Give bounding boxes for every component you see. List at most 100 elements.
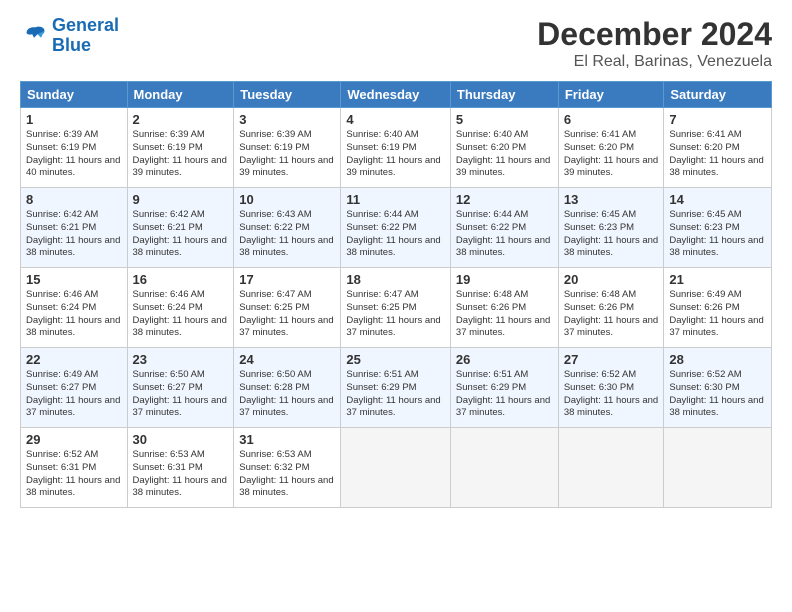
calendar-cell: 4 Sunrise: 6:40 AMSunset: 6:19 PMDayligh…	[341, 108, 451, 188]
calendar-cell: 16 Sunrise: 6:46 AMSunset: 6:24 PMDaylig…	[127, 268, 234, 348]
day-number: 23	[133, 352, 229, 367]
week-row-4: 22 Sunrise: 6:49 AMSunset: 6:27 PMDaylig…	[21, 348, 772, 428]
logo-line1: General	[52, 15, 119, 35]
calendar-cell: 7 Sunrise: 6:41 AMSunset: 6:20 PMDayligh…	[664, 108, 772, 188]
logo-line2: Blue	[52, 35, 91, 55]
day-info: Sunrise: 6:40 AMSunset: 6:19 PMDaylight:…	[346, 129, 445, 180]
day-number: 8	[26, 192, 122, 207]
calendar-cell: 3 Sunrise: 6:39 AMSunset: 6:19 PMDayligh…	[234, 108, 341, 188]
day-info: Sunrise: 6:40 AMSunset: 6:20 PMDaylight:…	[456, 129, 553, 180]
day-info: Sunrise: 6:53 AMSunset: 6:31 PMDaylight:…	[133, 449, 229, 500]
day-number: 9	[133, 192, 229, 207]
calendar-cell: 1 Sunrise: 6:39 AMSunset: 6:19 PMDayligh…	[21, 108, 128, 188]
day-number: 4	[346, 112, 445, 127]
calendar-header-row: SundayMondayTuesdayWednesdayThursdayFrid…	[21, 82, 772, 108]
calendar-cell: 26 Sunrise: 6:51 AMSunset: 6:29 PMDaylig…	[450, 348, 558, 428]
calendar-cell: 19 Sunrise: 6:48 AMSunset: 6:26 PMDaylig…	[450, 268, 558, 348]
calendar-cell: 5 Sunrise: 6:40 AMSunset: 6:20 PMDayligh…	[450, 108, 558, 188]
logo: General Blue	[20, 16, 119, 56]
day-number: 16	[133, 272, 229, 287]
header: General Blue December 2024 El Real, Bari…	[20, 16, 772, 71]
day-info: Sunrise: 6:47 AMSunset: 6:25 PMDaylight:…	[239, 289, 335, 340]
day-number: 1	[26, 112, 122, 127]
day-number: 29	[26, 432, 122, 447]
calendar-cell: 23 Sunrise: 6:50 AMSunset: 6:27 PMDaylig…	[127, 348, 234, 428]
day-number: 2	[133, 112, 229, 127]
day-info: Sunrise: 6:39 AMSunset: 6:19 PMDaylight:…	[239, 129, 335, 180]
calendar-cell: 20 Sunrise: 6:48 AMSunset: 6:26 PMDaylig…	[558, 268, 664, 348]
day-number: 7	[669, 112, 766, 127]
day-info: Sunrise: 6:39 AMSunset: 6:19 PMDaylight:…	[133, 129, 229, 180]
day-number: 18	[346, 272, 445, 287]
calendar-cell: 28 Sunrise: 6:52 AMSunset: 6:30 PMDaylig…	[664, 348, 772, 428]
day-number: 28	[669, 352, 766, 367]
day-info: Sunrise: 6:49 AMSunset: 6:27 PMDaylight:…	[26, 369, 122, 420]
page: General Blue December 2024 El Real, Bari…	[0, 0, 792, 518]
calendar-cell: 31 Sunrise: 6:53 AMSunset: 6:32 PMDaylig…	[234, 428, 341, 508]
day-number: 26	[456, 352, 553, 367]
day-info: Sunrise: 6:41 AMSunset: 6:20 PMDaylight:…	[564, 129, 659, 180]
calendar-cell	[664, 428, 772, 508]
calendar-cell: 12 Sunrise: 6:44 AMSunset: 6:22 PMDaylig…	[450, 188, 558, 268]
day-info: Sunrise: 6:50 AMSunset: 6:28 PMDaylight:…	[239, 369, 335, 420]
day-number: 3	[239, 112, 335, 127]
calendar-cell: 10 Sunrise: 6:43 AMSunset: 6:22 PMDaylig…	[234, 188, 341, 268]
day-number: 30	[133, 432, 229, 447]
header-wednesday: Wednesday	[341, 82, 451, 108]
day-info: Sunrise: 6:51 AMSunset: 6:29 PMDaylight:…	[456, 369, 553, 420]
day-number: 11	[346, 192, 445, 207]
day-number: 12	[456, 192, 553, 207]
day-number: 6	[564, 112, 659, 127]
day-number: 10	[239, 192, 335, 207]
calendar-cell: 22 Sunrise: 6:49 AMSunset: 6:27 PMDaylig…	[21, 348, 128, 428]
calendar-cell: 2 Sunrise: 6:39 AMSunset: 6:19 PMDayligh…	[127, 108, 234, 188]
week-row-1: 1 Sunrise: 6:39 AMSunset: 6:19 PMDayligh…	[21, 108, 772, 188]
logo-text: General Blue	[52, 16, 119, 56]
day-number: 24	[239, 352, 335, 367]
day-info: Sunrise: 6:50 AMSunset: 6:27 PMDaylight:…	[133, 369, 229, 420]
calendar-cell: 14 Sunrise: 6:45 AMSunset: 6:23 PMDaylig…	[664, 188, 772, 268]
calendar-cell: 15 Sunrise: 6:46 AMSunset: 6:24 PMDaylig…	[21, 268, 128, 348]
day-info: Sunrise: 6:47 AMSunset: 6:25 PMDaylight:…	[346, 289, 445, 340]
day-info: Sunrise: 6:52 AMSunset: 6:30 PMDaylight:…	[669, 369, 766, 420]
week-row-3: 15 Sunrise: 6:46 AMSunset: 6:24 PMDaylig…	[21, 268, 772, 348]
calendar-cell: 6 Sunrise: 6:41 AMSunset: 6:20 PMDayligh…	[558, 108, 664, 188]
header-monday: Monday	[127, 82, 234, 108]
day-info: Sunrise: 6:39 AMSunset: 6:19 PMDaylight:…	[26, 129, 122, 180]
day-info: Sunrise: 6:53 AMSunset: 6:32 PMDaylight:…	[239, 449, 335, 500]
calendar-cell: 21 Sunrise: 6:49 AMSunset: 6:26 PMDaylig…	[664, 268, 772, 348]
day-number: 15	[26, 272, 122, 287]
day-info: Sunrise: 6:45 AMSunset: 6:23 PMDaylight:…	[564, 209, 659, 260]
day-number: 19	[456, 272, 553, 287]
day-number: 13	[564, 192, 659, 207]
calendar-cell: 8 Sunrise: 6:42 AMSunset: 6:21 PMDayligh…	[21, 188, 128, 268]
calendar-cell: 9 Sunrise: 6:42 AMSunset: 6:21 PMDayligh…	[127, 188, 234, 268]
day-info: Sunrise: 6:42 AMSunset: 6:21 PMDaylight:…	[133, 209, 229, 260]
day-info: Sunrise: 6:52 AMSunset: 6:30 PMDaylight:…	[564, 369, 659, 420]
header-sunday: Sunday	[21, 82, 128, 108]
day-number: 20	[564, 272, 659, 287]
day-info: Sunrise: 6:52 AMSunset: 6:31 PMDaylight:…	[26, 449, 122, 500]
header-saturday: Saturday	[664, 82, 772, 108]
day-info: Sunrise: 6:48 AMSunset: 6:26 PMDaylight:…	[564, 289, 659, 340]
day-number: 14	[669, 192, 766, 207]
day-info: Sunrise: 6:44 AMSunset: 6:22 PMDaylight:…	[346, 209, 445, 260]
title-section: December 2024 El Real, Barinas, Venezuel…	[537, 16, 772, 71]
calendar-table: SundayMondayTuesdayWednesdayThursdayFrid…	[20, 81, 772, 508]
day-number: 31	[239, 432, 335, 447]
day-number: 25	[346, 352, 445, 367]
calendar-cell	[341, 428, 451, 508]
calendar-cell: 17 Sunrise: 6:47 AMSunset: 6:25 PMDaylig…	[234, 268, 341, 348]
main-title: December 2024	[537, 16, 772, 53]
day-info: Sunrise: 6:46 AMSunset: 6:24 PMDaylight:…	[133, 289, 229, 340]
week-row-2: 8 Sunrise: 6:42 AMSunset: 6:21 PMDayligh…	[21, 188, 772, 268]
day-number: 17	[239, 272, 335, 287]
day-number: 21	[669, 272, 766, 287]
calendar-cell	[450, 428, 558, 508]
calendar-cell: 11 Sunrise: 6:44 AMSunset: 6:22 PMDaylig…	[341, 188, 451, 268]
calendar-cell: 24 Sunrise: 6:50 AMSunset: 6:28 PMDaylig…	[234, 348, 341, 428]
calendar-cell: 25 Sunrise: 6:51 AMSunset: 6:29 PMDaylig…	[341, 348, 451, 428]
day-info: Sunrise: 6:42 AMSunset: 6:21 PMDaylight:…	[26, 209, 122, 260]
calendar-cell: 29 Sunrise: 6:52 AMSunset: 6:31 PMDaylig…	[21, 428, 128, 508]
day-info: Sunrise: 6:51 AMSunset: 6:29 PMDaylight:…	[346, 369, 445, 420]
